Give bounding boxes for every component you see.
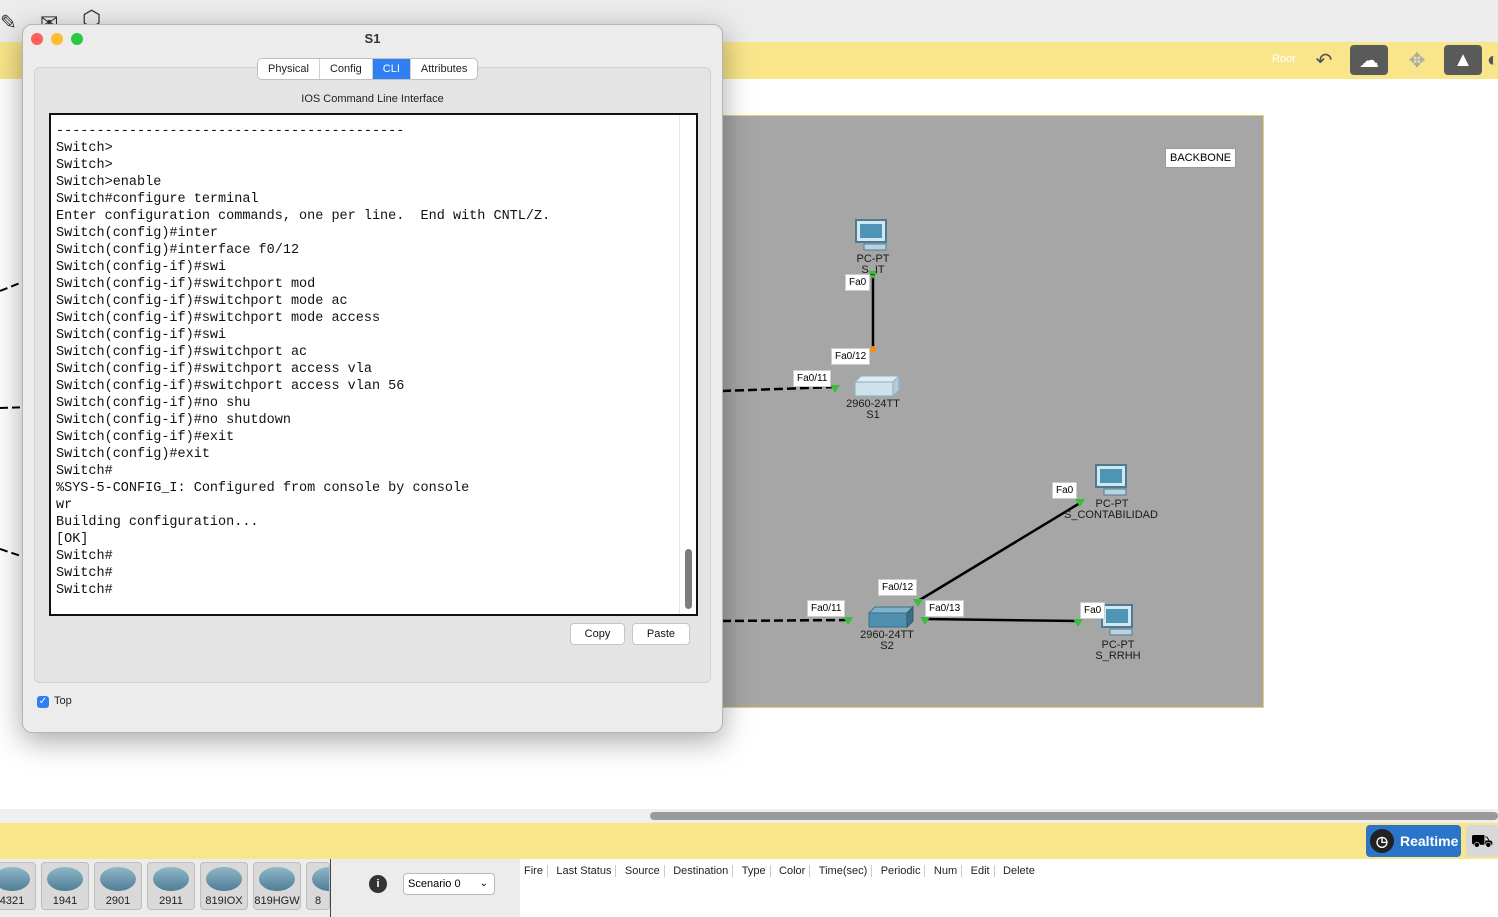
tab-config[interactable]: Config <box>320 59 373 79</box>
column-periodic[interactable]: Periodic <box>880 865 926 877</box>
device-button[interactable]: 1941 <box>41 862 89 910</box>
pc-icon[interactable] <box>854 218 890 254</box>
link-status-up <box>920 617 930 625</box>
device-button[interactable]: 8 <box>306 862 330 910</box>
switch-name-label: S2 <box>880 640 894 652</box>
pc-name-label: S_CONTABILIDAD <box>1064 509 1158 521</box>
link-s2-backbone <box>721 618 849 623</box>
clock-icon: ◷ <box>1370 829 1394 853</box>
terminal-scrollbar[interactable] <box>679 115 696 614</box>
column-num[interactable]: Num <box>933 865 963 877</box>
backbone-label: BACKBONE <box>1165 148 1237 168</box>
tab-cli[interactable]: CLI <box>372 59 411 79</box>
copy-button[interactable]: Copy <box>570 623 625 645</box>
port-label: Fa0 <box>1052 482 1078 499</box>
column-source[interactable]: Source <box>624 865 665 877</box>
simulation-icon[interactable]: ⛟ <box>1466 825 1498 857</box>
switch-name-label: S1 <box>866 409 880 421</box>
window-title: S1 <box>364 31 381 46</box>
tab-bar: Physical Config CLI Attributes <box>257 58 479 80</box>
link-status-pending <box>870 346 876 352</box>
port-label: Fa0/11 <box>807 600 846 617</box>
back-arrow-icon[interactable]: ↶ <box>1305 45 1343 75</box>
panel-divider <box>330 859 331 917</box>
column-fire[interactable]: Fire <box>524 865 548 877</box>
link-s1-backbone <box>721 385 836 393</box>
scenario-label: Scenario 0 <box>408 878 461 890</box>
port-label: Fa0/12 <box>831 348 871 365</box>
link-status-up <box>1073 619 1083 627</box>
device-button[interactable]: 2911 <box>147 862 195 910</box>
pc-icon[interactable] <box>1094 463 1130 499</box>
device-button[interactable]: 819IOX <box>200 862 248 910</box>
column-color[interactable]: Color <box>779 865 811 877</box>
simulation-bar: ◷ Realtime ⛟ <box>0 823 1498 859</box>
pdu-list: Fire Last Status Source Destination Type… <box>520 859 1498 917</box>
port-label: Fa0 <box>845 274 871 291</box>
port-label: Fa0/11 <box>793 370 832 387</box>
port-label: Fa0/12 <box>878 579 918 596</box>
top-label: Top <box>54 695 72 707</box>
top-checkbox[interactable]: ✓ <box>37 696 49 708</box>
root-label[interactable]: Root <box>1272 53 1295 65</box>
realtime-button[interactable]: ◷ Realtime <box>1366 825 1461 857</box>
tab-attributes[interactable]: Attributes <box>411 59 477 79</box>
column-edit[interactable]: Edit <box>970 865 995 877</box>
device-button[interactable]: 819HGW <box>253 862 301 910</box>
background-image-icon[interactable]: ▲ <box>1444 45 1482 75</box>
cloud-add-icon[interactable]: ☁ <box>1350 45 1388 75</box>
horizontal-scroll-thumb[interactable] <box>650 812 1498 820</box>
column-time[interactable]: Time(sec) <box>818 865 873 877</box>
tab-physical[interactable]: Physical <box>258 59 320 79</box>
link-s2-rrhh <box>924 617 1079 623</box>
switch-icon[interactable] <box>861 605 915 631</box>
terminal-console[interactable]: ------- ---------- ----------------- ---… <box>49 113 698 616</box>
scenario-select[interactable]: Scenario 0 ⌄ <box>403 873 495 895</box>
device-window: S1 Physical Config CLI Attributes IOS Co… <box>22 24 723 733</box>
realtime-label: Realtime <box>1400 833 1459 849</box>
device-button[interactable]: 4321 <box>0 862 36 910</box>
paste-button[interactable]: Paste <box>632 623 690 645</box>
info-icon[interactable]: i <box>369 875 387 893</box>
more-icon[interactable]: ◐ <box>1487 45 1498 75</box>
pc-icon[interactable] <box>1100 603 1136 639</box>
terminal-scroll-thumb[interactable] <box>685 549 692 609</box>
device-button[interactable]: 2901 <box>94 862 142 910</box>
column-destination[interactable]: Destination <box>673 865 734 877</box>
pdu-header-row: Fire Last Status Source Destination Type… <box>520 859 1498 881</box>
pc-name-label: S_RRHH <box>1095 650 1141 662</box>
cli-heading: IOS Command Line Interface <box>301 93 444 105</box>
column-type[interactable]: Type <box>741 865 771 877</box>
link-status-up <box>830 385 840 393</box>
chevron-down-icon: ⌄ <box>479 878 488 889</box>
port-label: Fa0/13 <box>925 600 965 617</box>
column-delete[interactable]: Delete <box>1003 865 1039 877</box>
move-icon[interactable]: ✥ <box>1398 45 1436 75</box>
switch-icon[interactable] <box>847 374 901 400</box>
tool-icon[interactable]: ✎ <box>0 10 17 35</box>
port-label: Fa0 <box>1080 602 1106 619</box>
terminal-output: ------- ---------- ----------------- ---… <box>56 113 551 598</box>
column-last-status[interactable]: Last Status <box>556 865 617 877</box>
